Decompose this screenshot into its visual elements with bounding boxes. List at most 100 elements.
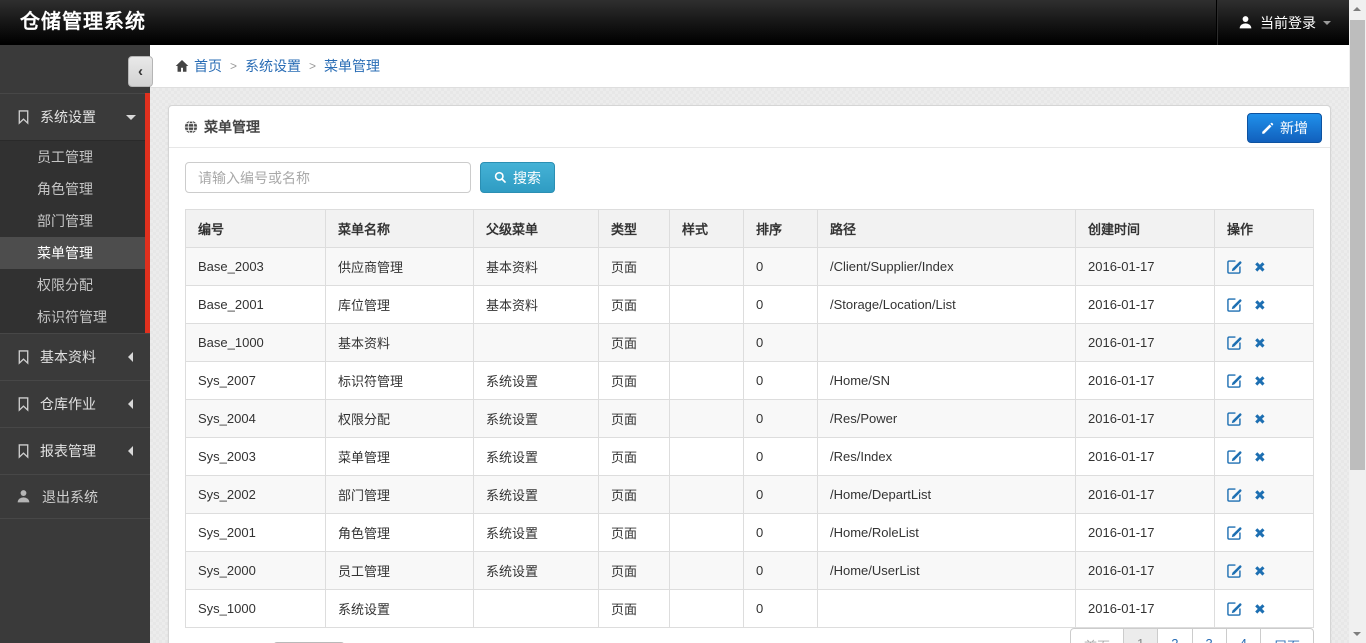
pagination-last-page[interactable]: 尾页 — [1260, 628, 1314, 643]
sidebar-item-basic-data[interactable]: 基本资料 — [0, 333, 150, 380]
cell-name: 库位管理 — [325, 285, 474, 324]
edit-button[interactable] — [1227, 563, 1242, 578]
delete-button[interactable]: ✖ — [1254, 374, 1266, 388]
sidebar-item-label: 仓库作业 — [40, 396, 96, 412]
delete-button[interactable]: ✖ — [1254, 564, 1266, 578]
delete-button[interactable]: ✖ — [1254, 298, 1266, 312]
sidebar-item-system-settings[interactable]: 系统设置 — [0, 93, 150, 140]
cell-parent — [473, 589, 599, 628]
edit-button[interactable] — [1227, 259, 1242, 274]
edit-button[interactable] — [1227, 373, 1242, 388]
delete-button[interactable]: ✖ — [1254, 450, 1266, 464]
sidebar-item-warehouse-operations[interactable]: 仓库作业 — [0, 380, 150, 427]
delete-button[interactable]: ✖ — [1254, 336, 1266, 350]
cell-style — [669, 323, 744, 362]
cell-parent: 系统设置 — [473, 437, 599, 476]
submenu-system-settings: 员工管理 角色管理 部门管理 菜单管理 权限分配 标识符管理 — [0, 140, 150, 333]
pagination-page-2[interactable]: 2 — [1158, 628, 1193, 643]
search-input[interactable] — [185, 162, 471, 193]
cell-style — [669, 285, 744, 324]
cell-created: 2016-01-17 — [1075, 247, 1215, 286]
sidebar-item-label: 报表管理 — [40, 443, 96, 459]
cell-parent: 系统设置 — [473, 551, 599, 590]
user-label: 当前登录 — [1260, 14, 1316, 31]
edit-button[interactable] — [1227, 297, 1242, 312]
cell-code: Sys_1000 — [185, 589, 326, 628]
sidebar-collapse-button[interactable]: ‹ — [128, 56, 153, 87]
cell-path: /Res/Power — [817, 399, 1076, 438]
breadcrumb-home[interactable]: 首页 — [194, 56, 222, 76]
table-body: Base_2003 供应商管理 基本资料 页面 0/Client/Supplier/In… — [185, 247, 1314, 628]
edit-button[interactable] — [1227, 335, 1242, 350]
edit-button[interactable] — [1227, 525, 1242, 540]
cell-code: Base_2001 — [185, 285, 326, 324]
row-actions: ✖ — [1227, 249, 1301, 285]
scroll-down-arrow-icon[interactable] — [1353, 632, 1361, 636]
breadcrumb-menu-management[interactable]: 菜单管理 — [324, 56, 380, 76]
panel-header: 菜单管理 — [169, 106, 1330, 148]
cell-name: 系统设置 — [325, 589, 474, 628]
row-actions: ✖ — [1227, 515, 1301, 551]
sidebar-item-department-management[interactable]: 部门管理 — [0, 205, 150, 237]
search-button[interactable]: 搜索 — [480, 162, 555, 193]
delete-button[interactable]: ✖ — [1254, 412, 1266, 426]
cell-name: 基本资料 — [325, 323, 474, 362]
delete-button[interactable]: ✖ — [1254, 526, 1266, 540]
edit-button[interactable] — [1227, 411, 1242, 426]
scroll-up-arrow-icon[interactable] — [1353, 7, 1361, 11]
cell-actions: ✖ — [1214, 323, 1314, 362]
sidebar-item-staff-management[interactable]: 员工管理 — [0, 141, 150, 173]
cell-name: 标识符管理 — [325, 361, 474, 400]
cell-type: 页面 — [598, 513, 670, 552]
sidebar-item-label: 基本资料 — [40, 349, 96, 365]
breadcrumb-system-settings[interactable]: 系统设置 — [245, 56, 301, 76]
row-count-info: 共 40 行, 每页 10 ▼ 行 — [185, 636, 365, 643]
sidebar-item-permission-assignment[interactable]: 权限分配 — [0, 269, 150, 301]
cell-type: 页面 — [598, 323, 670, 362]
cell-name: 部门管理 — [325, 475, 474, 514]
table-row: Sys_2003 菜单管理 系统设置 页面 0/Res/Index 2016-01-17 ✖ — [185, 437, 1314, 476]
edit-button[interactable] — [1227, 487, 1242, 502]
pagination-page-3[interactable]: 3 — [1192, 628, 1227, 643]
edit-button[interactable] — [1227, 449, 1242, 464]
cell-code: Base_2003 — [185, 247, 326, 286]
add-button[interactable]: 新增 — [1247, 113, 1322, 143]
column-header-code: 编号 — [185, 209, 326, 248]
pencil-icon — [1261, 122, 1274, 135]
sidebar-menu: 系统设置 员工管理 角色管理 部门管理 菜单管理 权限分配 标识符管理基本资料仓库作业报表管… — [0, 45, 150, 519]
cell-created: 2016-01-17 — [1075, 361, 1215, 400]
cell-created: 2016-01-17 — [1075, 589, 1215, 628]
column-header-type: 类型 — [598, 209, 670, 248]
cell-actions: ✖ — [1214, 285, 1314, 324]
column-header-style: 样式 — [669, 209, 744, 248]
sidebar-item-identifier-management[interactable]: 标识符管理 — [0, 301, 150, 333]
cell-style — [669, 361, 744, 400]
cell-code: Sys_2007 — [185, 361, 326, 400]
table-row: Sys_2002 部门管理 系统设置 页面 0/Home/DepartList 2016-… — [185, 475, 1314, 514]
sidebar-item-menu-management[interactable]: 菜单管理 — [0, 237, 150, 269]
cell-path: /Res/Index — [817, 437, 1076, 476]
scrollbar-thumb[interactable] — [1350, 20, 1365, 470]
sidebar-item-exit-system[interactable]: 退出系统 — [0, 474, 150, 519]
delete-button[interactable]: ✖ — [1254, 260, 1266, 274]
cell-order: 0 — [743, 589, 818, 628]
table-row: Sys_2000 员工管理 系统设置 页面 0/Home/UserList 2016-01… — [185, 551, 1314, 590]
column-header-parent: 父级菜单 — [473, 209, 599, 248]
bookmark-icon — [16, 109, 31, 125]
sidebar-item-report-management[interactable]: 报表管理 — [0, 427, 150, 474]
pagination-page-1[interactable]: 1 — [1124, 628, 1159, 643]
page-scrollbar[interactable] — [1349, 0, 1366, 643]
user-menu[interactable]: 当前登录 — [1217, 0, 1337, 45]
sidebar-item-role-management[interactable]: 角色管理 — [0, 173, 150, 205]
cell-type: 页面 — [598, 437, 670, 476]
menu-table: 编号 菜单名称 父级菜单 类型 样式 排序 路径 创建时间 操作 Base_2003 供应商管理基… — [185, 209, 1314, 628]
cell-actions: ✖ — [1214, 551, 1314, 590]
cell-style — [669, 551, 744, 590]
cell-name: 供应商管理 — [325, 247, 474, 286]
edit-button[interactable] — [1227, 601, 1242, 616]
pagination-page-4[interactable]: 4 — [1226, 628, 1261, 643]
delete-button[interactable]: ✖ — [1254, 602, 1266, 616]
column-header-actions: 操作 — [1214, 209, 1314, 248]
cell-created: 2016-01-17 — [1075, 513, 1215, 552]
delete-button[interactable]: ✖ — [1254, 488, 1266, 502]
